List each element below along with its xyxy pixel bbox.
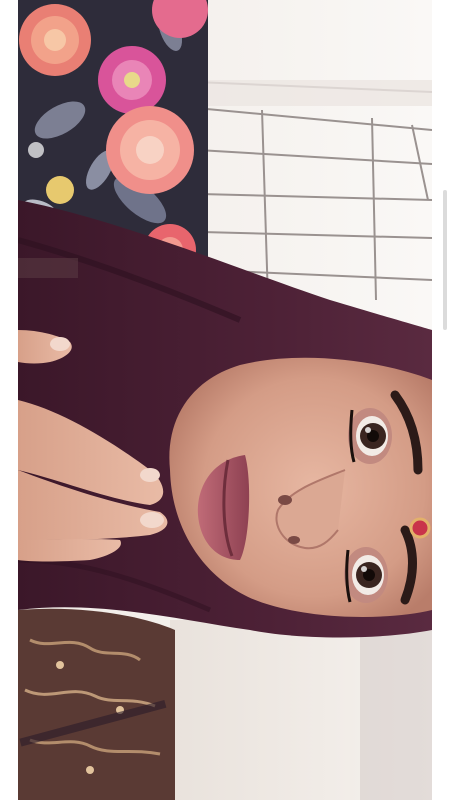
eye-upper <box>348 408 392 464</box>
photo-viewer <box>0 0 450 800</box>
scroll-indicator[interactable] <box>443 190 447 330</box>
portrait-photo[interactable] <box>0 0 450 800</box>
nose-stud <box>409 517 431 539</box>
embroidered-dress <box>18 608 175 800</box>
eye-lower <box>344 547 388 603</box>
